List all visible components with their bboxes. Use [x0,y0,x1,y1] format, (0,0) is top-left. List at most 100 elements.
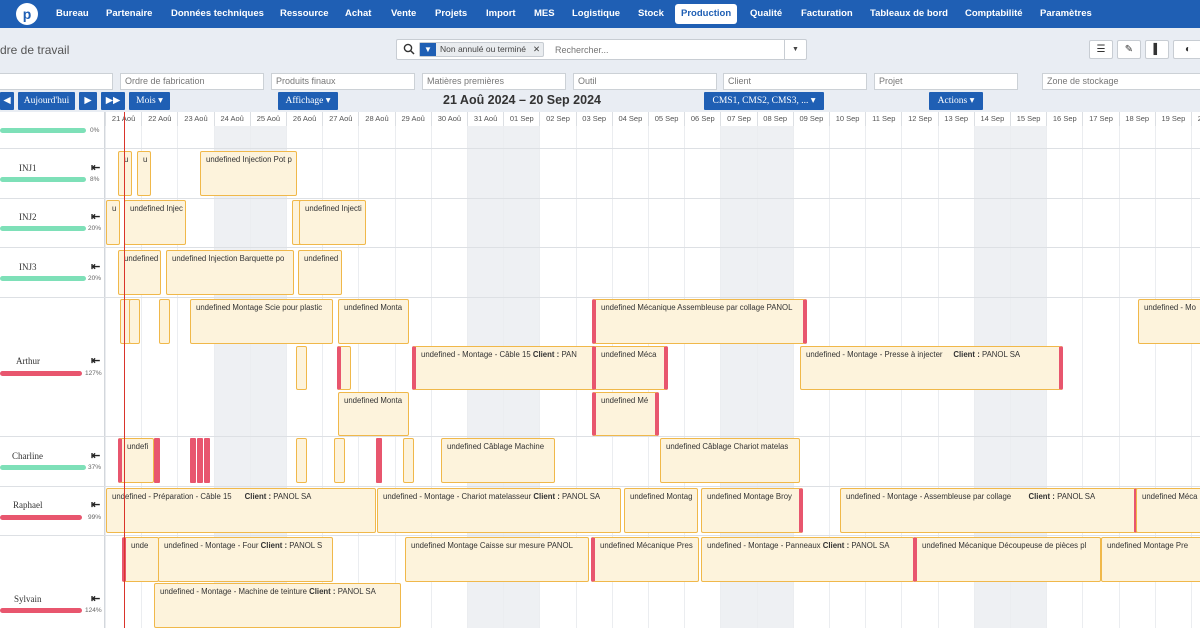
task-bar[interactable]: u [118,151,132,196]
machines-select[interactable]: CMS1, CMS2, CMS3, ... ▾ [704,92,824,110]
day-header: 22 Aoû [141,112,177,126]
task-label: undefined - Montage - Panneaux [707,541,821,550]
task-bar-late[interactable] [190,438,196,483]
task-bar[interactable]: undefined Monta [338,299,409,344]
task-bar[interactable]: undefined Montage Scie pour plastic [190,299,333,344]
task-bar[interactable]: undefined Mécanique Pres [591,537,699,582]
prev-button[interactable]: ◀ [0,92,14,110]
nav-bureau[interactable]: Bureau [56,0,89,28]
fast-forward-button[interactable]: ▶▶ [101,92,125,110]
collapse-icon[interactable]: ⇤ [91,449,100,462]
task-bar[interactable]: undefined Montage Pre [1101,537,1200,582]
nav-stock[interactable]: Stock [638,0,664,28]
nav-comptabilite[interactable]: Comptabilité [965,0,1023,28]
day-header: 20 Sep [1191,112,1200,126]
collapse-icon[interactable]: ⇤ [91,592,100,605]
task-bar[interactable]: undefined Mécanique Découpeuse de pièces… [913,537,1101,582]
toggle-icon[interactable]: ◐ [1173,40,1200,59]
task-bar[interactable]: undefined Injection Barquette po [166,250,294,295]
task-bar[interactable]: undefined - Montage - Assembleuse par co… [840,488,1138,533]
task-bar[interactable]: undefined Mécanique Assembleuse par coll… [592,299,807,344]
collapse-icon[interactable]: ⇤ [91,161,100,174]
task-bar[interactable] [296,438,307,483]
row-separator [0,148,1200,149]
task-label: undefined - Montage - Presse à injecter [806,350,943,359]
task-bar[interactable]: undefined - Montage - Câble 15 Client : … [412,346,595,390]
nav-parametres[interactable]: Paramètres [1040,0,1092,28]
task-bar[interactable]: undefined - Montage - Machine de teintur… [154,583,401,628]
filter-field-left[interactable] [0,73,113,90]
nav-donnees-techniques[interactable]: Données techniques [171,0,264,28]
filter-produits-finaux[interactable]: Produits finaux [271,73,415,90]
task-bar[interactable]: undefined [298,250,342,295]
nav-import[interactable]: Import [486,0,516,28]
task-bar[interactable]: undefined Injec [124,200,186,245]
task-bar[interactable]: unde [122,537,159,582]
task-bar[interactable] [129,299,140,344]
task-bar[interactable]: undefined Méca [592,346,668,390]
task-bar-late[interactable] [204,438,210,483]
collapse-icon[interactable]: ⇤ [91,354,100,367]
today-button[interactable]: Aujourd'hui [18,92,75,110]
nav-achat[interactable]: Achat [345,0,371,28]
task-bar[interactable]: undefined - Mo [1138,299,1200,344]
task-bar[interactable]: undefined Injection Pot p [200,151,297,196]
layout-icon[interactable]: ▌ [1145,40,1169,59]
task-bar[interactable]: undefined Montage Caisse sur mesure PANO… [405,537,589,582]
view-mode-button[interactable]: Mois ▾ [129,92,170,110]
filter-outil[interactable]: Outil [573,73,717,90]
nav-mes[interactable]: MES [534,0,555,28]
filter-chip[interactable]: ▼ Non annulé ou terminé ✕ [419,42,545,57]
nav-tableaux-de-bord[interactable]: Tableaux de bord [870,0,948,28]
filter-zone-de-stockage[interactable]: Zone de stockage [1042,73,1200,90]
nav-facturation[interactable]: Facturation [801,0,853,28]
task-bar[interactable]: undefined Câblage Chariot matelas [660,438,800,483]
search-input[interactable] [555,42,765,57]
task-bar-late[interactable] [197,438,203,483]
filter-ordre-de-fabrication[interactable]: Ordre de fabrication [120,73,264,90]
search-bar[interactable]: ▼ Non annulé ou terminé✕ ▼ [396,39,807,60]
filter-projet[interactable]: Projet [874,73,1018,90]
filter-client[interactable]: Client [723,73,867,90]
nav-ressource[interactable]: Ressource [280,0,329,28]
actions-button[interactable]: Actions ▾ [929,92,983,110]
filter-matieres-premieres[interactable]: Matières premières [422,73,566,90]
task-bar[interactable]: undefined Méca [1136,488,1200,533]
task-bar[interactable] [403,438,414,483]
collapse-icon[interactable]: ⇤ [91,260,100,273]
task-bar[interactable] [159,299,170,344]
nav-logistique[interactable]: Logistique [572,0,620,28]
task-bar[interactable] [337,346,351,390]
collapse-icon[interactable]: ⇤ [91,498,100,511]
task-bar[interactable]: u [106,200,120,245]
task-bar[interactable]: undefined Câblage Machine [441,438,555,483]
task-bar[interactable]: undefined Injecti [299,200,366,245]
task-bar[interactable]: undefined - Montage - Chariot matelasseu… [377,488,621,533]
collapse-icon[interactable]: ⇤ [91,210,100,223]
task-bar[interactable]: undefined - Montage - Panneaux Client : … [701,537,914,582]
task-bar[interactable]: u [137,151,151,196]
chevron-down-icon[interactable]: ▼ [784,40,806,59]
task-bar[interactable]: undefined Montage Broy [701,488,803,533]
task-bar[interactable] [334,438,345,483]
nav-qualite[interactable]: Qualité [750,0,782,28]
nav-vente[interactable]: Vente [391,0,416,28]
task-bar[interactable]: undefined Mé [592,392,659,436]
task-bar[interactable]: undefined Monta [338,392,409,436]
edit-icon[interactable]: ✎ [1117,40,1141,59]
remove-filter-icon[interactable]: ✕ [530,44,543,54]
nav-partenaire[interactable]: Partenaire [106,0,152,28]
task-bar-late[interactable] [154,438,160,483]
task-bar[interactable]: undefined - Montage - Four Client : PANO… [158,537,333,582]
nav-projets[interactable]: Projets [435,0,467,28]
task-bar[interactable] [296,346,307,390]
app-logo[interactable]: p [16,3,38,25]
next-button[interactable]: ▶ [79,92,97,110]
list-icon[interactable]: ☰ [1089,40,1113,59]
nav-production[interactable]: Production [675,4,738,24]
task-bar-late[interactable] [376,438,382,483]
task-bar[interactable]: undefined - Montage - Presse à injecter … [800,346,1063,390]
task-bar[interactable]: undefined Montag [624,488,698,533]
task-bar[interactable]: undefined - Préparation - Câble 15 Clien… [106,488,376,533]
display-button[interactable]: Affichage ▾ [278,92,338,110]
